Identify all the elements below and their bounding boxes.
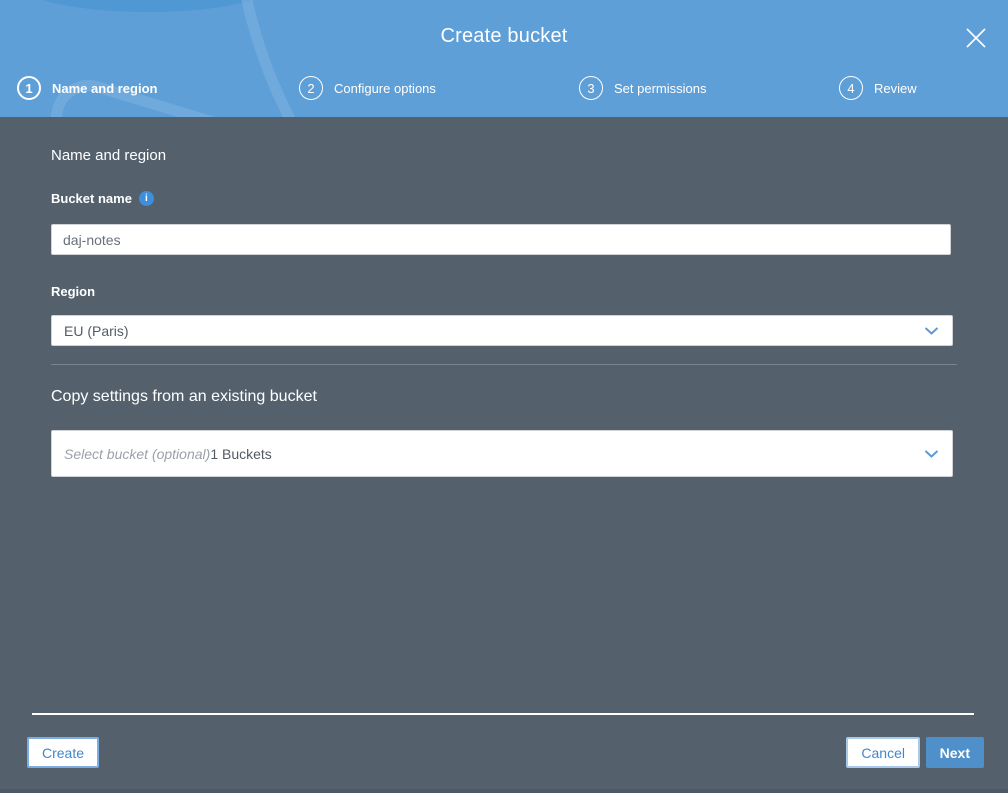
copy-bucket-select[interactable]: Select bucket (optional) 1 Buckets	[51, 430, 953, 477]
step-indicator: 1 Name and region 2 Configure options 3 …	[0, 76, 1008, 106]
bucket-select-placeholder: Select bucket (optional)	[64, 445, 211, 462]
create-bucket-modal: Create bucket 1 Name and region 2 Config…	[0, 0, 1008, 793]
step-number-badge: 1	[17, 76, 41, 100]
footer-divider	[32, 713, 974, 715]
region-select[interactable]: EU (Paris)	[51, 315, 953, 346]
step-label: Name and region	[52, 80, 158, 96]
close-icon[interactable]	[962, 24, 990, 52]
chevron-down-icon	[924, 326, 939, 335]
step-name-and-region[interactable]: 1 Name and region	[17, 76, 157, 100]
step-number-badge: 2	[299, 76, 323, 100]
modal-title: Create bucket	[440, 25, 568, 47]
step-label: Review	[874, 80, 917, 96]
bucket-name-label-text: Bucket name	[51, 191, 132, 206]
modal-header: Create bucket 1 Name and region 2 Config…	[0, 0, 1008, 117]
cancel-button[interactable]: Cancel	[846, 737, 920, 768]
info-icon[interactable]: i	[138, 191, 154, 206]
region-label-text: Region	[51, 284, 96, 299]
bucket-select-count: 1 Buckets	[210, 445, 272, 462]
bucket-name-input[interactable]	[51, 224, 951, 255]
step-set-permissions[interactable]: 3 Set permissions	[579, 76, 706, 100]
step-review[interactable]: 4 Review	[839, 76, 917, 100]
step-number-badge: 4	[839, 76, 863, 100]
create-button[interactable]: Create	[27, 737, 100, 768]
region-label: Region	[51, 284, 95, 299]
next-button[interactable]: Next	[925, 737, 984, 768]
step-label: Configure options	[334, 80, 436, 96]
step-label: Set permissions	[614, 80, 707, 96]
copy-settings-heading: Copy settings from an existing bucket	[51, 388, 317, 405]
step-configure-options[interactable]: 2 Configure options	[299, 76, 436, 100]
section-heading-name-and-region: Name and region	[51, 147, 167, 164]
bucket-name-label: Bucket name i	[51, 191, 154, 206]
section-divider	[51, 364, 957, 365]
chevron-down-icon	[924, 449, 939, 458]
step-number-badge: 3	[579, 76, 603, 100]
region-selected-value: EU (Paris)	[64, 322, 129, 339]
modal-bottom-edge	[0, 789, 1008, 793]
